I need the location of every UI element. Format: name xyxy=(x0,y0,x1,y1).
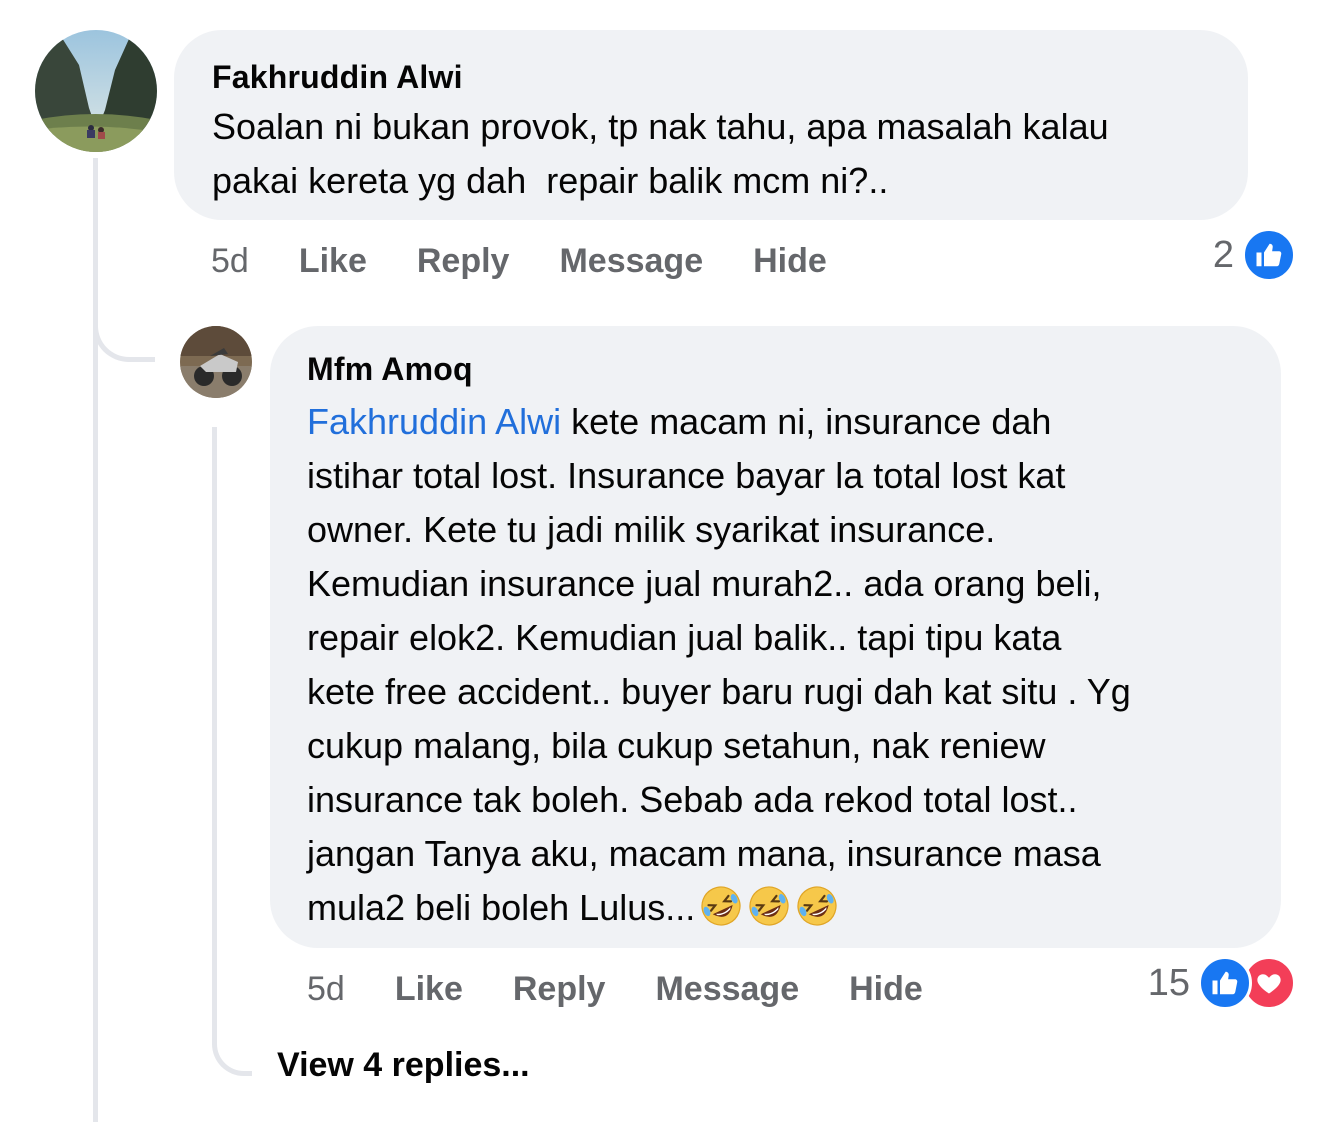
reaction-count: 2 xyxy=(1212,233,1234,276)
like-icon xyxy=(1198,956,1252,1010)
like-button[interactable]: Like xyxy=(395,970,463,1009)
thread-line-reply xyxy=(212,427,217,1027)
mention-link[interactable]: Fakhruddin Alwi xyxy=(307,401,561,442)
view-replies-link[interactable]: View 4 replies... xyxy=(277,1046,530,1085)
hide-button[interactable]: Hide xyxy=(849,970,923,1009)
rolling-on-floor-laughing-emoji xyxy=(749,886,789,926)
comment-bubble: Fakhruddin Alwi Soalan ni bukan provok, … xyxy=(174,30,1248,220)
reaction-count: 15 xyxy=(1147,961,1190,1004)
comment-text: Soalan ni bukan provok, tp nak tahu, apa… xyxy=(212,106,1109,201)
hide-button[interactable]: Hide xyxy=(753,242,827,281)
comment-author[interactable]: Mfm Amoq xyxy=(307,350,1251,388)
comment-actions: 5d Like Reply Message Hide xyxy=(211,238,827,284)
avatar-photo-motorcycle xyxy=(180,326,252,398)
comment-author[interactable]: Fakhruddin Alwi xyxy=(212,58,1212,96)
reaction-summary[interactable]: 15 xyxy=(1148,956,1296,1010)
comment-text: Fakhruddin Alwi kete macam ni, insurance… xyxy=(307,395,1251,935)
like-button[interactable]: Like xyxy=(299,242,367,281)
like-icon xyxy=(1242,228,1296,282)
rolling-on-floor-laughing-emoji xyxy=(797,886,837,926)
reply-button[interactable]: Reply xyxy=(513,970,606,1009)
reply-button[interactable]: Reply xyxy=(417,242,510,281)
thread-branch-reply xyxy=(93,300,155,362)
thread-branch-view-replies xyxy=(212,1020,252,1076)
comment-timestamp[interactable]: 5d xyxy=(211,242,249,281)
comment-timestamp[interactable]: 5d xyxy=(307,970,345,1009)
avatar[interactable] xyxy=(180,326,252,398)
reaction-summary[interactable]: 2 xyxy=(1213,228,1296,282)
comment-actions: 5d Like Reply Message Hide xyxy=(307,966,923,1012)
comment-body: kete macam ni, insurance dah istihar tot… xyxy=(307,401,1131,928)
comment-bubble: Mfm Amoq Fakhruddin Alwi kete macam ni, … xyxy=(270,326,1281,948)
message-button[interactable]: Message xyxy=(655,970,799,1009)
emoji-group xyxy=(695,886,839,928)
rolling-on-floor-laughing-emoji xyxy=(701,886,741,926)
avatar-photo-landscape xyxy=(35,30,157,152)
avatar[interactable] xyxy=(35,30,157,152)
message-button[interactable]: Message xyxy=(559,242,703,281)
